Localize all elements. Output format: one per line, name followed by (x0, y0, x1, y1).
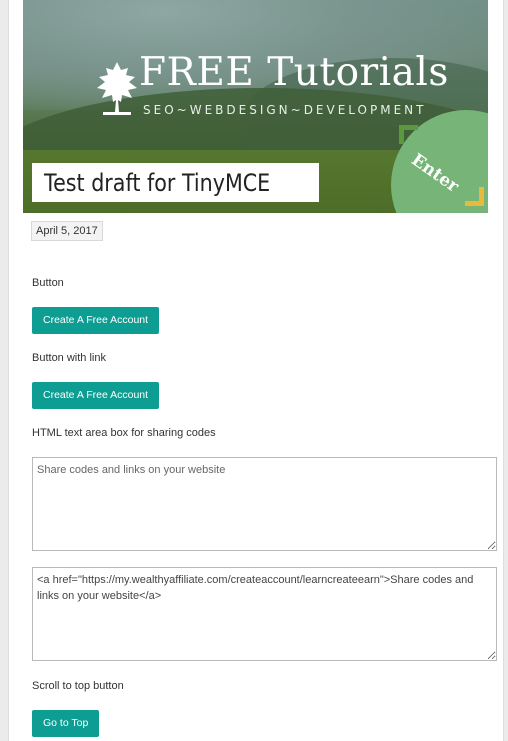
post-date-badge: April 5, 2017 (31, 221, 103, 241)
share-codes-html-textarea[interactable] (32, 567, 497, 661)
banner-tagline: SEO~WEBDESIGN~DEVELOPMENT (143, 103, 427, 117)
create-account-button[interactable]: Create A Free Account (32, 307, 160, 334)
textarea-section-label: HTML text area box for sharing codes (32, 427, 216, 439)
page-content: FREE Tutorials SEO~WEBDESIGN~DEVELOPMENT… (8, 0, 504, 741)
post-title: Test draft for TinyMCE (44, 168, 271, 197)
post-title-box: Test draft for TinyMCE (32, 163, 320, 202)
scroll-section-label: Scroll to top button (32, 680, 124, 692)
button-section-label: Button (32, 277, 64, 289)
tree-logo-icon (97, 62, 137, 115)
banner-brand-title: FREE Tutorials (139, 50, 449, 95)
chevron-icon (465, 187, 484, 206)
go-to-top-button[interactable]: Go to Top (32, 710, 100, 737)
chevron-icon (399, 125, 418, 144)
share-codes-textarea[interactable] (32, 457, 497, 551)
create-account-link-button[interactable]: Create A Free Account (32, 382, 160, 409)
button-link-section-label: Button with link (32, 352, 106, 364)
